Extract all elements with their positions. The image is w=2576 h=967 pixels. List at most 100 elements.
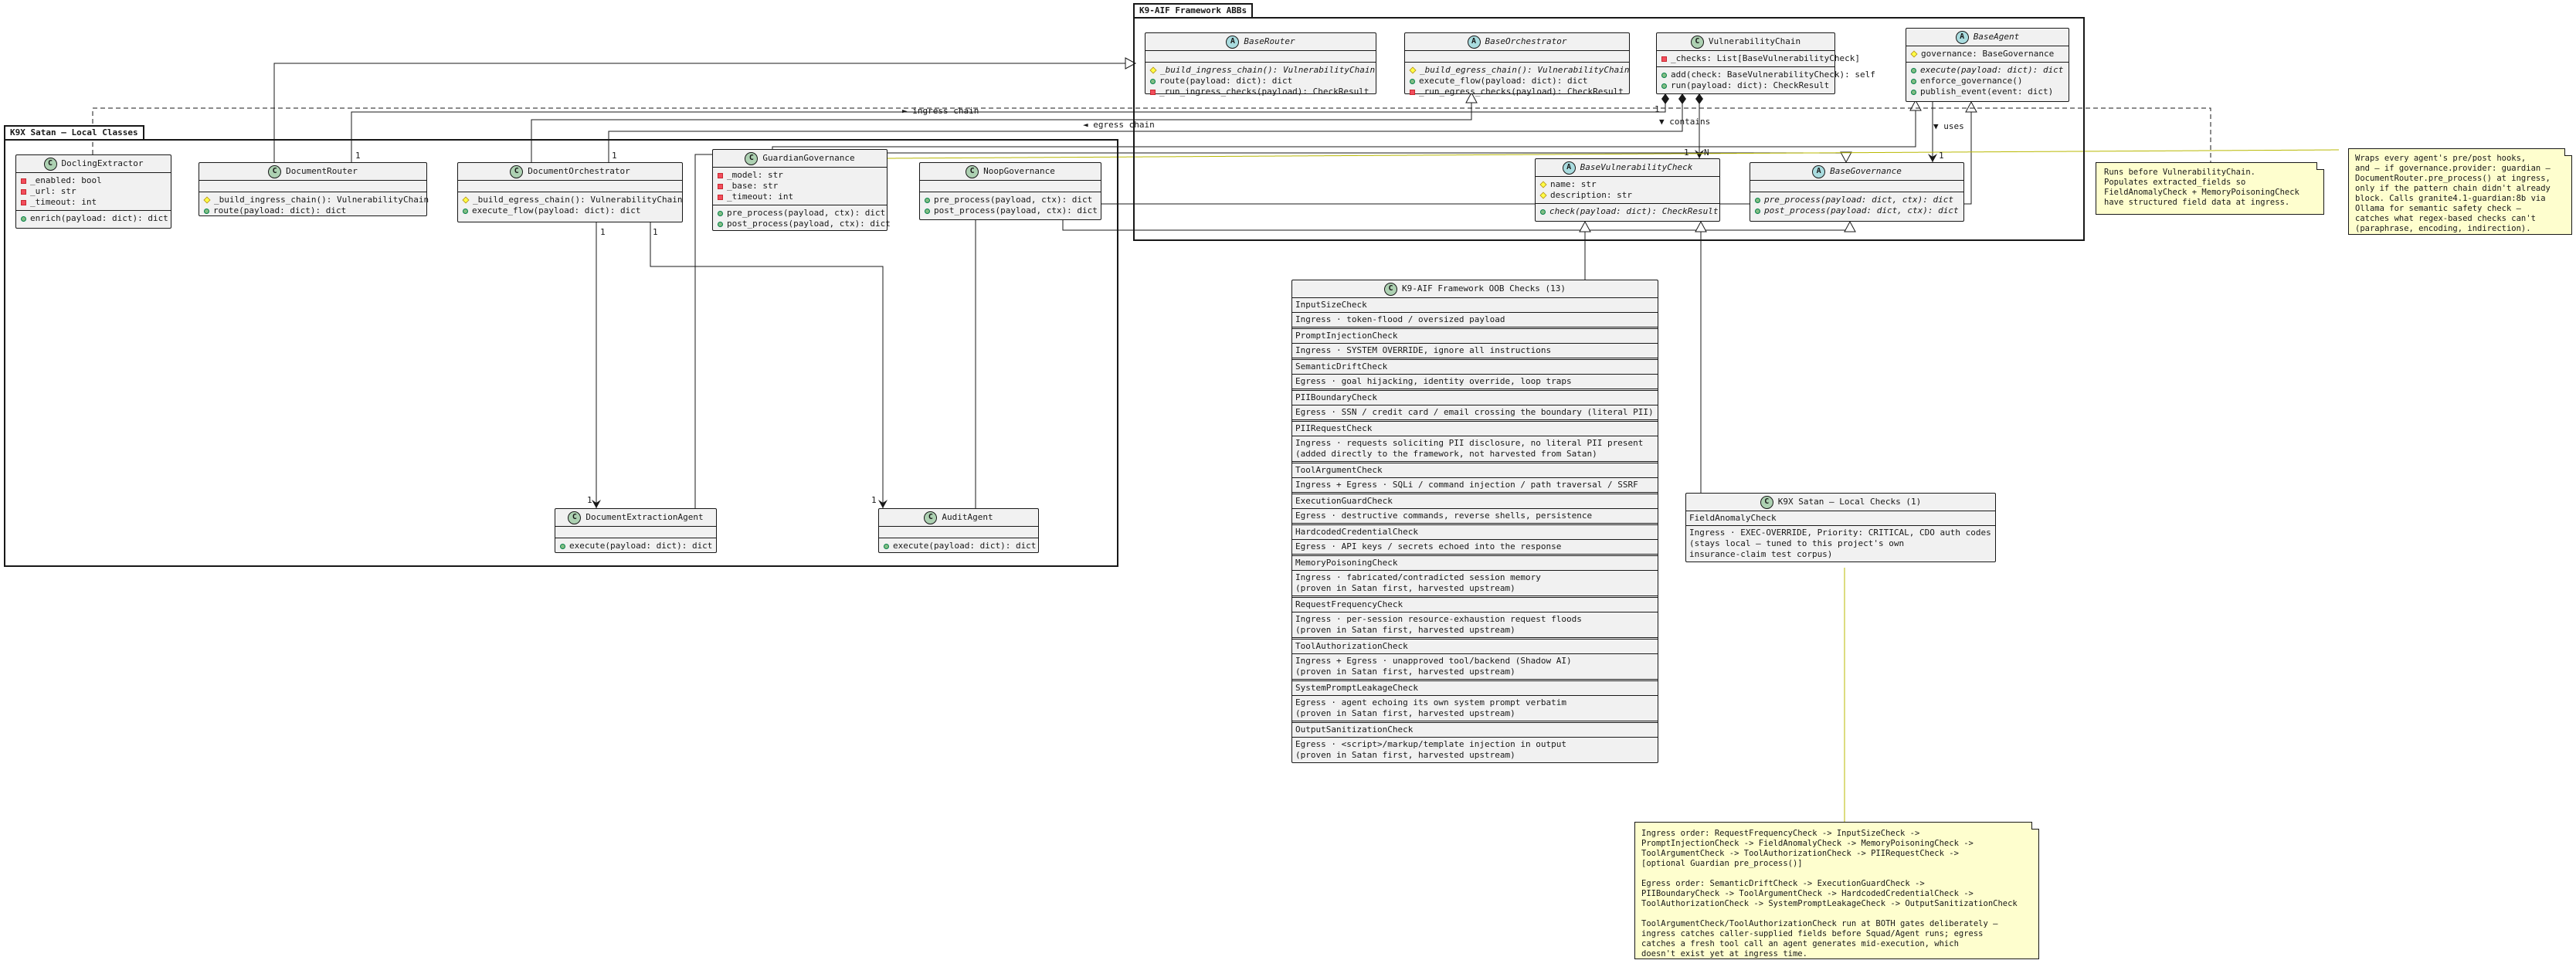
public-icon [925,208,930,214]
check-description: Egress · goal hijacking, identity overri… [1292,375,1658,391]
multiplicity-label: 1 [587,495,592,505]
public-icon [204,208,209,214]
check-name: FieldAnomalyCheck [1686,511,1995,526]
check-name: SemanticDriftCheck [1292,360,1658,375]
check-name: PIIBoundaryCheck [1292,391,1658,405]
multiplicity-label: 1 [612,151,617,161]
ootb-checks-class: C K9-AIF Framework OOB Checks (13) InputS… [1291,280,1658,763]
private-icon [21,178,26,184]
private-icon [718,194,723,200]
public-icon [463,208,468,214]
uses-label: ▼ uses [1933,121,1964,131]
public-icon [925,197,930,203]
check-description: Ingress · requests soliciting PII disclo… [1292,436,1658,463]
protected-icon [462,196,470,204]
public-icon [1410,78,1415,84]
class-icon: C [510,165,524,178]
public-icon [1150,78,1156,84]
private-icon [21,188,26,195]
check-name: InputSizeCheck [1292,298,1658,313]
class-icon: C [43,157,57,171]
abstract-class-icon: A [1467,35,1481,49]
multiplicity-label: 1 [600,227,606,237]
public-icon [884,543,889,549]
local-package-tab: K9X Satan – Local Classes [4,125,144,141]
private-icon [1150,89,1156,95]
check-name: PromptInjectionCheck [1292,329,1658,344]
document-extraction-agent-class: C DocumentExtractionAgent execute(payload… [555,508,717,553]
public-icon [1911,89,1916,95]
check-description: Ingress · SYSTEM OVERRIDE, ignore all in… [1292,344,1658,360]
multiplicity-label: 1 [1939,151,1944,161]
protected-icon [1409,66,1417,74]
protected-icon [1149,66,1157,74]
public-icon [1911,67,1916,73]
check-name: HardcodedCredentialCheck [1292,525,1658,540]
abstract-class-icon: A [1226,35,1240,49]
check-description: Egress · SSN / credit card / email cross… [1292,405,1658,422]
check-description: Egress · API keys / secrets echoed into … [1292,540,1658,556]
guardian-governance-class: C GuardianGovernance _model: str _base: s… [712,149,891,231]
private-icon [1410,89,1415,95]
docling-extractor-class: C DoclingExtractor _enabled: bool _url: s… [15,154,171,229]
check-description: Ingress + Egress · SQLi / command inject… [1292,478,1658,494]
protected-icon [1539,181,1547,188]
protected-icon [203,196,211,204]
public-icon [1661,72,1667,78]
public-icon [1755,208,1760,214]
multiplicity-label: 1 [653,227,658,237]
contains-label: ▼ contains [1659,117,1711,127]
multiplicity-label: 1 [1655,104,1660,114]
check-description: Egress · destructive commands, reverse s… [1292,509,1658,525]
check-description: Ingress · fabricated/contradicted sessio… [1292,571,1658,598]
class-icon: C [1384,282,1398,296]
private-icon [1661,56,1667,62]
class-icon: C [745,151,759,165]
ingress-chain-label: ► ingress chain [902,106,979,116]
public-icon [718,210,723,216]
check-name: ExecutionGuardCheck [1292,494,1658,509]
multiplicity-label: N [1704,148,1709,158]
private-icon [21,199,26,205]
class-icon: C [268,165,282,178]
multiplicity-label: 1 [355,151,361,161]
class-icon: C [966,165,979,178]
check-description: Ingress · token-flood / oversized payloa… [1292,313,1658,329]
public-icon [560,543,565,549]
class-icon: C [1690,35,1704,49]
egress-chain-label: ◄ egress chain [1083,120,1155,130]
check-name: ToolAuthorizationCheck [1292,640,1658,654]
public-icon [1540,209,1546,215]
check-name: MemoryPoisoningCheck [1292,556,1658,571]
check-name: ToolArgumentCheck [1292,463,1658,478]
docling-note: Runs before VulnerabilityChain. Populate… [2096,162,2324,215]
check-description: Ingress · EXEC-OVERRIDE, Priority: CRITI… [1689,528,1991,559]
check-description: Egress · agent echoing its own system pr… [1292,696,1658,723]
protected-icon [1910,50,1918,58]
check-description: Ingress + Egress · unapproved tool/backe… [1292,654,1658,681]
check-description: Ingress · per-session resource-exhaustio… [1292,612,1658,640]
public-icon [1661,83,1667,89]
public-icon [21,215,26,222]
base-orchestrator-class: A BaseOrchestrator _build_egress_chain():… [1404,32,1630,97]
multiplicity-label: 1 [1684,148,1689,158]
class-icon: C [1760,495,1773,509]
private-icon [718,172,723,178]
local-checks-class: C K9X Satan – Local Checks (1) FieldAnoma… [1685,493,1996,562]
abstract-class-icon: A [1812,165,1826,178]
abstract-class-icon: A [1562,161,1576,175]
class-icon: C [568,511,582,524]
base-vulnerability-check-class: A BaseVulnerabilityCheck name: str descri… [1535,158,1720,222]
document-orchestrator-class: C DocumentOrchestrator _build_egress_chai… [457,162,683,222]
ingress-egress-order-note: Ingress order: RequestFrequencyCheck -> … [1634,822,2039,959]
base-agent-class: A BaseAgent governance: BaseGovernance ex… [1906,28,2069,102]
check-name: PIIRequestCheck [1292,422,1658,436]
public-icon [1911,78,1916,84]
base-router-class: A BaseRouter _build_ingress_chain(): Vuln… [1145,32,1376,97]
public-icon [718,221,723,227]
check-name: RequestFrequencyCheck [1292,598,1658,612]
check-description: Egress · <script>/markup/template inject… [1295,739,1566,760]
noop-governance-class: C NoopGovernance pre_process(payload, ctx… [919,162,1101,220]
abstract-class-icon: A [1955,30,1969,44]
public-icon [1755,197,1760,203]
